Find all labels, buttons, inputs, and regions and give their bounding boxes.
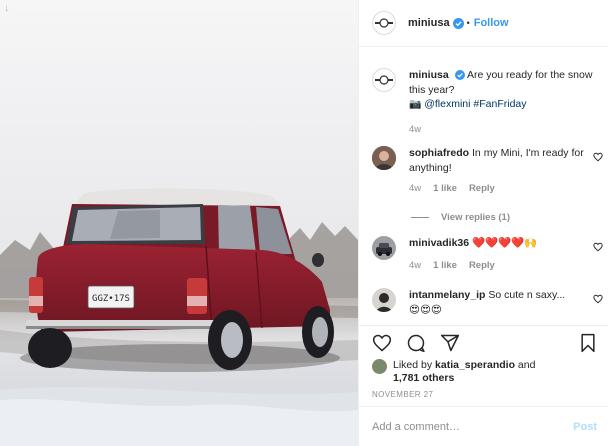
post-comment-button[interactable]: Post (573, 421, 597, 433)
comment-item: sophiafredo In my Mini, I'm ready for an… (372, 146, 607, 197)
comment-username[interactable]: minivadik36 (409, 237, 469, 249)
small-heart-icon[interactable] (593, 242, 603, 252)
license-plate-text: GGZ•17S (92, 294, 130, 304)
comment-username[interactable]: intanmelany_ip (409, 289, 485, 301)
commenter-avatar[interactable] (372, 146, 396, 170)
comment-item: intanmelany_ip So cute n saxy... 😍😍😍 (372, 288, 607, 317)
hashtag-link[interactable]: #FanFriday (473, 98, 526, 110)
mini-logo-icon (375, 18, 393, 28)
person-photo-icon (372, 288, 396, 312)
comment-text: So cute n saxy... (488, 289, 566, 301)
post-header: miniusa • Follow (359, 0, 608, 47)
comment-likes[interactable]: 1 like (433, 259, 457, 274)
view-replies-label: View replies (1) (441, 212, 510, 223)
mini-cooper-photo: GGZ•17S (0, 0, 358, 446)
verified-badge-icon (452, 17, 464, 29)
post-date[interactable]: NOVEMBER 27 (372, 390, 433, 399)
small-heart-icon[interactable] (593, 152, 603, 162)
liker-username[interactable]: katia_sperandio (435, 359, 515, 371)
caption-username[interactable]: miniusa (409, 69, 449, 81)
caption-age[interactable]: 4w (409, 123, 421, 138)
liker-avatar[interactable] (372, 359, 387, 374)
replies-divider (411, 217, 429, 218)
mini-logo-icon (375, 75, 393, 85)
author-avatar[interactable] (372, 11, 396, 35)
heart-icon[interactable] (372, 333, 392, 353)
likes-others-link[interactable]: 1,781 others (393, 372, 454, 384)
comment-item: minivadik36 ❤️❤️❤️❤️🙌 4w 1 like Reply (372, 236, 607, 273)
reply-button[interactable]: Reply (469, 182, 495, 197)
comment-text-line2: 😍😍😍 (409, 303, 442, 316)
caption: miniusa Are you ready for the snow this … (372, 68, 607, 137)
camera-emoji: 📷 (409, 99, 425, 110)
verified-badge-icon (454, 70, 465, 80)
comment-icon[interactable] (406, 333, 426, 353)
reply-button[interactable]: Reply (469, 259, 495, 274)
post-actions: Liked by katia_sperandio and 1,781 other… (359, 325, 608, 405)
likes-prefix: Liked by (393, 359, 436, 371)
bookmark-icon[interactable] (579, 333, 597, 353)
comments-list: miniusa Are you ready for the snow this … (359, 47, 608, 325)
comment-username[interactable]: sophiafredo (409, 147, 469, 159)
add-comment-bar: Post (359, 406, 608, 446)
comment-input[interactable] (372, 420, 562, 433)
view-replies-button[interactable]: View replies (1) (411, 212, 510, 223)
commenter-avatar[interactable] (372, 288, 396, 312)
person-photo-icon (372, 146, 396, 170)
follow-button[interactable]: Follow (474, 17, 509, 29)
caption-avatar[interactable] (372, 68, 396, 92)
commenter-avatar[interactable] (372, 236, 396, 260)
comment-age[interactable]: 4w (409, 182, 421, 197)
comment-age[interactable]: 4w (409, 259, 421, 274)
photo-corner-glyph: ↓ (4, 2, 10, 14)
comment-likes[interactable]: 1 like (433, 182, 457, 197)
share-icon[interactable] (440, 333, 460, 353)
comment-text: ❤️❤️❤️❤️🙌 (472, 237, 538, 249)
car-photo-icon (372, 236, 396, 260)
action-icons (372, 333, 460, 353)
small-heart-icon[interactable] (593, 294, 603, 304)
author-username[interactable]: miniusa (408, 17, 450, 29)
likes-middle: and (514, 359, 536, 371)
post-side-panel: miniusa • Follow miniusa Are you ready f… (358, 0, 608, 446)
likes-summary: Liked by katia_sperandio and 1,781 other… (372, 359, 535, 385)
post-photo[interactable]: GGZ•17S ↓ (0, 0, 358, 446)
header-separator: • (466, 18, 470, 28)
mention-link[interactable]: @flexmini (424, 98, 470, 110)
